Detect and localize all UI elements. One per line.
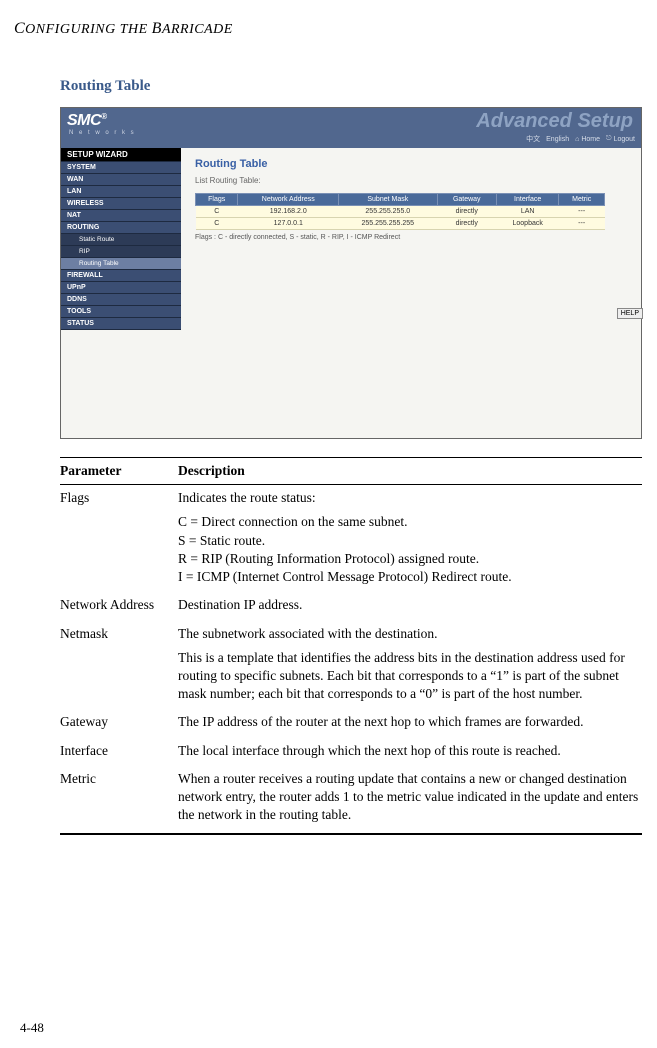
param-desc-line: The local interface through which the ne… xyxy=(178,742,642,760)
screenshot-header: SMC® N e t w o r k s Advanced Setup 中文 E… xyxy=(61,108,641,148)
param-desc: When a router receives a routing update … xyxy=(178,770,642,825)
logout-link[interactable]: ⎋ Logout xyxy=(606,135,635,143)
flags-legend: Flags : C - directly connected, S - stat… xyxy=(195,234,627,241)
th-metric: Metric xyxy=(559,194,605,206)
param-desc: The subnetwork associated with the desti… xyxy=(178,625,642,704)
param-desc-line: The IP address of the router at the next… xyxy=(178,713,642,731)
section-title: Routing Table xyxy=(60,78,637,95)
param-header-row: Parameter Description xyxy=(60,457,642,485)
table-row: C 192.168.2.0 255.255.255.0 directly LAN… xyxy=(196,206,605,218)
param-desc: Destination IP address. xyxy=(178,596,642,614)
table-header-row: Flags Network Address Subnet Mask Gatewa… xyxy=(196,194,605,206)
main-title: Routing Table xyxy=(195,158,627,170)
sidebar-item-routing[interactable]: ROUTING xyxy=(61,222,181,234)
param-header-desc: Description xyxy=(178,462,642,480)
param-desc-line: C = Direct connection on the same subnet… xyxy=(178,513,642,586)
th-gateway: Gateway xyxy=(437,194,497,206)
sidebar: SETUP WIZARD SYSTEM WAN LAN WIRELESS NAT… xyxy=(61,148,181,438)
help-button[interactable]: HELP xyxy=(617,308,643,319)
topbar: 中文 English ⌂ Home ⎋ Logout xyxy=(526,134,635,144)
param-desc-line: This is a template that identifies the a… xyxy=(178,649,642,704)
sidebar-setup-wizard[interactable]: SETUP WIZARD xyxy=(61,148,181,162)
sidebar-item-status[interactable]: STATUS xyxy=(61,318,181,330)
logout-icon: ⎋ xyxy=(606,135,612,143)
running-head: CONFIGURING THE BARRICADE xyxy=(14,20,637,38)
th-flags: Flags xyxy=(196,194,238,206)
param-row-flags: Flags Indicates the route status: C = Di… xyxy=(60,485,642,592)
param-row-netmask: Netmask The subnetwork associated with t… xyxy=(60,621,642,710)
param-table-end-rule xyxy=(60,833,642,835)
param-desc: Indicates the route status: C = Direct c… xyxy=(178,489,642,586)
cell-addr: 192.168.2.0 xyxy=(238,206,339,218)
th-interface: Interface xyxy=(497,194,559,206)
sidebar-item-lan[interactable]: LAN xyxy=(61,186,181,198)
cell-mask: 255.255.255.255 xyxy=(339,218,437,230)
page-number: 4-48 xyxy=(20,1020,44,1036)
logo-subtitle: N e t w o r k s xyxy=(69,130,136,136)
sidebar-item-wan[interactable]: WAN xyxy=(61,174,181,186)
sidebar-item-ddns[interactable]: DDNS xyxy=(61,294,181,306)
sidebar-spacer xyxy=(61,330,181,438)
sidebar-item-system[interactable]: SYSTEM xyxy=(61,162,181,174)
logo-reg: ® xyxy=(101,112,106,121)
cell-flags: C xyxy=(196,218,238,230)
param-name: Network Address xyxy=(60,596,178,614)
param-header-param: Parameter xyxy=(60,462,178,480)
sidebar-item-firewall[interactable]: FIREWALL xyxy=(61,270,181,282)
param-desc-line: Destination IP address. xyxy=(178,596,642,614)
logout-label: Logout xyxy=(614,136,635,143)
main-subtitle: List Routing Table: xyxy=(195,176,627,185)
sidebar-sub-rip[interactable]: RIP xyxy=(61,246,181,258)
cell-gw: directly xyxy=(437,218,497,230)
table-row: C 127.0.0.1 255.255.255.255 directly Loo… xyxy=(196,218,605,230)
cell-metric: --- xyxy=(559,218,605,230)
main-panel: Routing Table List Routing Table: Flags … xyxy=(181,148,641,438)
lang-english-link[interactable]: English xyxy=(546,136,569,143)
sidebar-item-tools[interactable]: TOOLS xyxy=(61,306,181,318)
param-name: Metric xyxy=(60,770,178,788)
param-name: Flags xyxy=(60,489,178,507)
param-row-interface: Interface The local interface through wh… xyxy=(60,738,642,766)
param-name: Netmask xyxy=(60,625,178,643)
param-name: Interface xyxy=(60,742,178,760)
param-row-network-address: Network Address Destination IP address. xyxy=(60,592,642,620)
sidebar-sub-routing-table[interactable]: Routing Table xyxy=(61,258,181,270)
cell-metric: --- xyxy=(559,206,605,218)
sidebar-item-nat[interactable]: NAT xyxy=(61,210,181,222)
home-label: Home xyxy=(581,136,600,143)
param-desc-line: Indicates the route status: xyxy=(178,489,642,507)
sidebar-sub-static-route[interactable]: Static Route xyxy=(61,234,181,246)
cell-addr: 127.0.0.1 xyxy=(238,218,339,230)
param-row-gateway: Gateway The IP address of the router at … xyxy=(60,709,642,737)
router-screenshot: SMC® N e t w o r k s Advanced Setup 中文 E… xyxy=(60,107,642,439)
param-desc: The IP address of the router at the next… xyxy=(178,713,642,731)
advanced-setup-title: Advanced Setup xyxy=(476,110,633,133)
home-link[interactable]: ⌂ Home xyxy=(575,136,600,143)
cell-gw: directly xyxy=(437,206,497,218)
th-network-address: Network Address xyxy=(238,194,339,206)
param-row-metric: Metric When a router receives a routing … xyxy=(60,766,642,831)
home-icon: ⌂ xyxy=(575,136,579,143)
cell-flags: C xyxy=(196,206,238,218)
param-desc-line: The subnetwork associated with the desti… xyxy=(178,625,642,643)
th-subnet-mask: Subnet Mask xyxy=(339,194,437,206)
cell-iface: LAN xyxy=(497,206,559,218)
parameter-table: Parameter Description Flags Indicates th… xyxy=(60,457,642,835)
sidebar-item-upnp[interactable]: UPnP xyxy=(61,282,181,294)
cell-iface: Loopback xyxy=(497,218,559,230)
cell-mask: 255.255.255.0 xyxy=(339,206,437,218)
logo: SMC® xyxy=(67,112,106,130)
lang-chinese-link[interactable]: 中文 xyxy=(526,134,540,144)
screenshot-body: SETUP WIZARD SYSTEM WAN LAN WIRELESS NAT… xyxy=(61,148,641,438)
param-desc: The local interface through which the ne… xyxy=(178,742,642,760)
logo-text: SMC xyxy=(67,112,101,129)
param-name: Gateway xyxy=(60,713,178,731)
sidebar-item-wireless[interactable]: WIRELESS xyxy=(61,198,181,210)
param-desc-line: When a router receives a routing update … xyxy=(178,770,642,825)
routing-table: Flags Network Address Subnet Mask Gatewa… xyxy=(195,193,605,230)
